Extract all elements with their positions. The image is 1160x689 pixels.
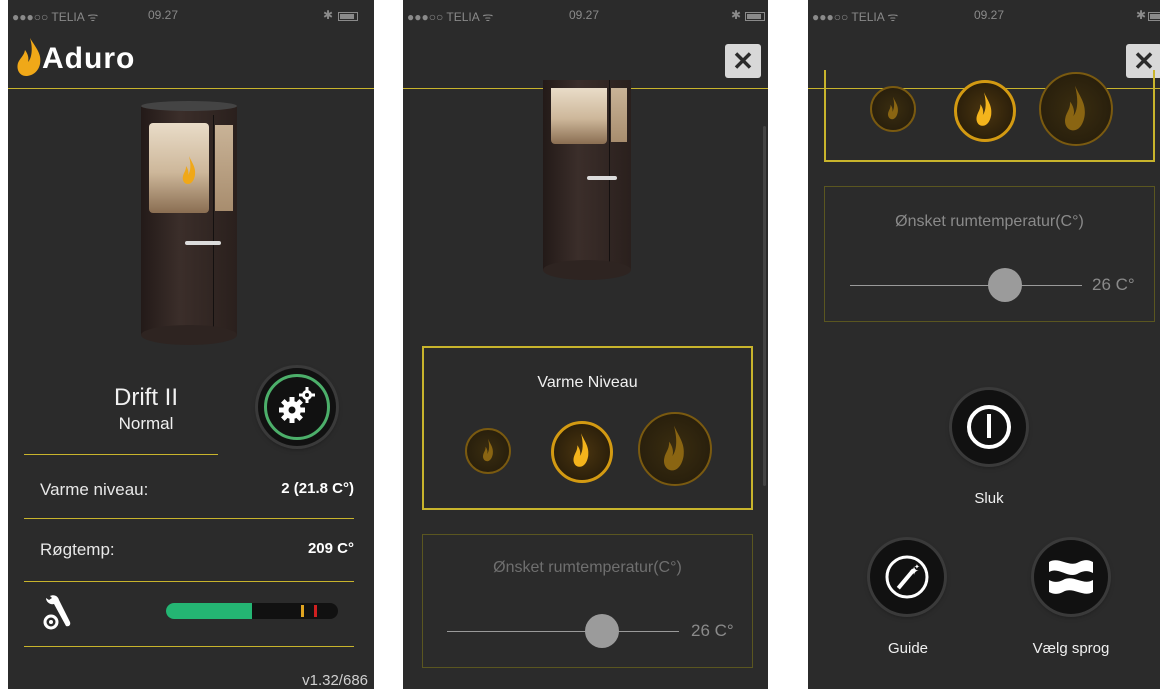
status-bar: ●●●○○ TELIA ᯤ 09.27 ✱ xyxy=(8,8,374,26)
status-bar: ●●●○○ TELIA ᯤ 09.27 ✱ xyxy=(808,8,1160,26)
mode-title: Drift II xyxy=(114,384,178,411)
gears-icon xyxy=(279,387,315,423)
room-temp-value: 26 C° xyxy=(1092,275,1135,294)
carrier-text: ●●●○○ TELIA ᯤ xyxy=(407,10,494,24)
power-icon xyxy=(967,405,1011,449)
settings-button[interactable] xyxy=(258,368,336,446)
close-button[interactable]: ✕ xyxy=(725,44,761,78)
heat-level-2-button[interactable] xyxy=(954,80,1016,142)
fire-icon xyxy=(887,96,898,120)
room-temp-slider-knob[interactable] xyxy=(585,614,619,648)
language-label: Vælg sprog xyxy=(1032,640,1110,657)
clock: 09.27 xyxy=(974,8,1005,22)
room-temp-panel: Ønsket rumtemperatur(C°) xyxy=(422,534,753,668)
header-divider xyxy=(8,88,374,89)
carrier-text: ●●●○○ TELIA ᯤ xyxy=(812,10,899,24)
carrier-text: ●●●○○ TELIA ᯤ xyxy=(12,10,99,24)
heat-level-title: Varme Niveau xyxy=(537,374,638,391)
room-temp-value: 26 C° xyxy=(691,621,734,640)
status-bar: ●●●○○ TELIA ᯤ 09.27 ✱ xyxy=(403,8,768,26)
bluetooth-icon: ✱ xyxy=(1136,8,1147,22)
smoke-temp-value: 209 C° xyxy=(307,540,354,557)
version-text: v1.32/686 xyxy=(302,672,368,689)
flame-logo-icon xyxy=(17,38,41,76)
smoke-temp-label: Røgtemp: xyxy=(40,540,115,559)
bluetooth-icon: ✱ xyxy=(323,8,334,22)
heat-level-3-button[interactable] xyxy=(638,412,712,486)
brand-logo: Aduro xyxy=(42,42,136,75)
mode-divider xyxy=(24,454,218,455)
clock: 09.27 xyxy=(148,8,179,22)
stove-image xyxy=(141,101,237,345)
fire-icon xyxy=(482,438,493,462)
heat-level-2-button[interactable] xyxy=(551,421,613,483)
fire-icon xyxy=(573,433,589,467)
fire-icon xyxy=(663,425,684,471)
scrollbar[interactable] xyxy=(763,126,766,486)
heat-level-1-button[interactable] xyxy=(465,428,511,474)
battery-icon xyxy=(338,12,358,21)
maintenance-progress-bar xyxy=(166,603,338,619)
heat-level-3-button[interactable] xyxy=(1039,72,1113,146)
room-temp-title: Ønsket rumtemperatur(C°) xyxy=(493,559,682,576)
room-temp-title: Ønsket rumtemperatur(C°) xyxy=(895,213,1084,230)
row-divider xyxy=(24,518,354,519)
heat-level-label: Varme niveau: xyxy=(40,480,149,499)
battery-icon xyxy=(1148,12,1160,21)
fire-icon xyxy=(976,92,992,126)
screen-settings: ●●●○○ TELIA ᯤ 09.27 ✱ ✕ Ønsket rumtemper… xyxy=(808,0,1160,689)
bluetooth-icon: ✱ xyxy=(731,8,742,22)
flag-icon xyxy=(1049,560,1093,594)
mode-subtitle: Normal xyxy=(118,414,174,433)
power-off-button[interactable] xyxy=(952,390,1026,464)
screen-heat-level: ●●●○○ TELIA ᯤ 09.27 ✱ ✕ Varme Niveau Øns… xyxy=(403,0,768,689)
row-divider xyxy=(24,581,354,582)
stove-image xyxy=(543,80,631,280)
room-temp-panel: Ønsket rumtemperatur(C°) xyxy=(824,186,1155,322)
power-off-label: Sluk xyxy=(974,490,1004,507)
heat-level-value: 2 (21.8 C°) xyxy=(281,480,354,497)
fire-icon xyxy=(1064,85,1085,131)
wrench-tools-icon[interactable] xyxy=(40,592,76,632)
fire-icon xyxy=(182,156,196,184)
svg-text:✦: ✦ xyxy=(914,563,920,571)
room-temp-slider-track[interactable] xyxy=(850,285,1082,286)
screen-overview: ●●●○○ TELIA ᯤ 09.27 ✱ Aduro Drift II Nor… xyxy=(8,0,374,689)
guide-button[interactable]: ✦ ✦ xyxy=(870,540,944,614)
language-button[interactable] xyxy=(1034,540,1108,614)
row-divider xyxy=(24,646,354,647)
clock: 09.27 xyxy=(569,8,600,22)
room-temp-slider-track[interactable] xyxy=(447,631,679,632)
magic-wand-icon: ✦ ✦ xyxy=(885,555,929,599)
heat-level-1-button[interactable] xyxy=(870,86,916,132)
room-temp-slider-knob[interactable] xyxy=(988,268,1022,302)
guide-label: Guide xyxy=(887,640,929,657)
battery-icon xyxy=(745,12,765,21)
